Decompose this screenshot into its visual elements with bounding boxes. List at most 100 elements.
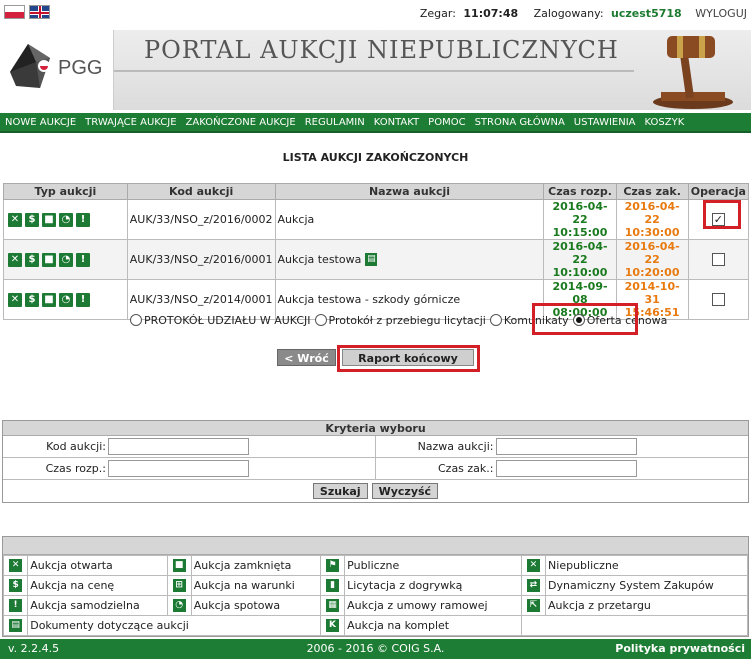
type-icons: ✕ $ ■ ◔!	[3, 279, 128, 320]
flag-icon: ⚑	[326, 559, 340, 573]
legend-row: $ Aukcja na cenę ⊞ Aukcja na warunki ▮ Licyta…	[2, 575, 748, 596]
lock-icon: ■	[42, 212, 56, 227]
radio-button[interactable]	[314, 314, 327, 326]
legend-icon-cell: ■	[166, 555, 192, 576]
nav-item[interactable]: NOWE AUKCJE	[5, 117, 76, 128]
legend-row: ! Aukcja samodzielna ◔ Aukcja spotowa ▦ Aukcj…	[2, 595, 748, 616]
select-checkbox[interactable]	[711, 293, 725, 307]
end-time-cell: 2016-04-22 10:30:00	[615, 199, 689, 240]
logged-label: Zalogowany:	[533, 7, 604, 20]
nav-item[interactable]: KONTAKT	[374, 117, 419, 128]
col-start: Czas rozp.	[543, 183, 617, 200]
privacy-link[interactable]: Polityka prywatności	[615, 639, 745, 659]
type-icons: ✕ $ ■ ◔!	[3, 239, 128, 280]
price-icon: $	[9, 579, 23, 593]
report-option-label: PROTOKÓŁ UDZIAŁU W AUKCJI	[144, 314, 311, 327]
legend-label: Aukcja z umowy ramowej	[344, 595, 522, 616]
nav-item[interactable]: STRONA GŁÓWNA	[475, 117, 565, 128]
nav-item[interactable]: TRWAJĄCE AUKCJE	[85, 117, 176, 128]
clear-button[interactable]: Wyczyść	[371, 483, 439, 499]
legend: ✕ Aukcja otwarta ■ Aukcja zamknięta ⚑ Publicz…	[2, 536, 749, 637]
nav-item[interactable]: ZAKOŃCZONE AUKCJE	[186, 117, 296, 128]
legend-row: ✕ Aukcja otwarta ■ Aukcja zamknięta ⚑ Publicz…	[2, 555, 748, 576]
end-time-input[interactable]	[495, 460, 637, 477]
legend-label: Licytacja z dogrywką	[344, 575, 522, 596]
shuffle-icon: ✕	[8, 212, 22, 227]
start-time-input[interactable]	[108, 460, 249, 477]
main-navigation: NOWE AUKCJE TRWAJĄCE AUKCJE ZAKOŃCZONE AUK…	[0, 113, 751, 133]
top-bar: Zegar: 11:07:48 Zalogowany: uczest5718 W…	[0, 0, 751, 26]
start-label: Czas rozp.:	[45, 462, 106, 475]
price-icon: $	[25, 252, 39, 267]
nav-item[interactable]: USTAWIENIA	[574, 117, 636, 128]
exclamation-icon: !	[76, 252, 90, 267]
legend-icon-cell: ✕	[520, 555, 547, 576]
nav-item[interactable]: KOSZYK	[645, 117, 685, 128]
report-option[interactable]: PROTOKÓŁ UDZIAŁU W AUKCJI	[130, 314, 311, 327]
auction-name[interactable]: Aukcja testowa	[278, 253, 362, 266]
select-checkbox[interactable]	[711, 253, 725, 267]
expand-icon: ⇱	[526, 599, 540, 613]
table-row: ✕ $ ■ ◔! AUK/33/NSO_z/2016/0001 Aukcja testow…	[3, 239, 750, 280]
criteria-cell: Kod aukcji:	[3, 436, 376, 457]
grid-icon: ▦	[326, 599, 340, 613]
type-icons: ✕ $ ■ ◔!	[3, 199, 128, 240]
exclamation-icon: !	[9, 599, 23, 613]
legend-icon-cell: ⊞	[166, 575, 192, 596]
auction-name[interactable]: Aukcja testowa - szkody górnicze	[278, 293, 461, 306]
back-button[interactable]: < Wróć	[277, 349, 336, 366]
legend-icon-cell: K	[319, 615, 346, 636]
criteria-row: Czas rozp.: Czas zak.:	[3, 458, 748, 480]
col-code: Kod aukcji	[126, 183, 276, 200]
nav-item[interactable]: POMOC	[428, 117, 465, 128]
polish-flag-icon[interactable]	[4, 5, 25, 19]
document-icon: ▤	[9, 619, 23, 633]
english-flag-icon[interactable]	[29, 5, 50, 19]
auction-code-input[interactable]	[108, 438, 249, 455]
table-row: ✕ $ ■ ◔! AUK/33/NSO_z/2016/0002 Aukcja 2016-04…	[3, 199, 750, 240]
legend-label: Aukcja samodzielna	[27, 595, 168, 616]
highlight-report-button	[337, 345, 480, 372]
start-date: 2016-04-22	[552, 240, 608, 266]
document-icon[interactable]: ▤	[365, 253, 378, 267]
legend-label: Aukcja na cenę	[27, 575, 168, 596]
report-option[interactable]: Protokół z przebiegu licytacji	[314, 314, 486, 327]
logout-link[interactable]: WYLOGUJ	[695, 7, 747, 20]
clock-value: 11:07:48	[463, 7, 519, 20]
radio-button[interactable]	[489, 314, 502, 326]
criteria-cell: Czas rozp.:	[3, 458, 376, 479]
legend-label: Publiczne	[344, 555, 522, 576]
start-time-cell: 2016-04-22 10:10:00	[543, 239, 617, 280]
auction-name-input[interactable]	[495, 438, 637, 455]
clock-icon: ◔	[172, 599, 186, 613]
footer: v. 2.2.4.5 2006 - 2016 © COIG S.A. Polit…	[0, 639, 751, 659]
auction-code: AUK/33/NSO_z/2016/0002	[126, 199, 276, 240]
criteria-cell: Czas zak.:	[376, 458, 749, 479]
legend-label: Dynamiczny System Zakupów	[545, 575, 748, 596]
criteria-row: Kod aukcji: Nazwa aukcji:	[3, 436, 748, 458]
pgg-logo-icon: PGG	[10, 44, 102, 88]
legend-icon-cell: ▦	[319, 595, 346, 616]
portal-title: PORTAL AUKCJI NIEPUBLICZNYCH	[144, 36, 619, 64]
session-info: Zegar: 11:07:48 Zalogowany: uczest5718 W…	[420, 7, 747, 20]
col-type: Typ aukcji	[3, 183, 128, 200]
legend-icon-cell: ◔	[166, 595, 192, 616]
legend-table: ✕ Aukcja otwarta ■ Aukcja zamknięta ⚑ Publicz…	[2, 555, 749, 636]
col-operation: Operacja	[687, 183, 750, 200]
clock-icon: ◔	[59, 292, 73, 307]
end-date: 2016-04-22	[624, 240, 680, 266]
col-name: Nazwa aukcji	[274, 183, 545, 200]
username: uczest5718	[611, 7, 682, 20]
search-button[interactable]: Szukaj	[312, 483, 368, 499]
legend-empty	[520, 615, 749, 636]
radio-button[interactable]	[130, 314, 142, 326]
highlight-oferta	[532, 303, 638, 335]
page-title: LISTA AUKCJI ZAKOŃCZONYCH	[282, 151, 469, 164]
auction-name[interactable]: Aukcja	[278, 213, 315, 226]
highlight-checkbox	[703, 200, 741, 229]
nav-item[interactable]: REGULAMIN	[305, 117, 365, 128]
end-time-cell: 2016-04-22 10:20:00	[615, 239, 689, 280]
end-label: Czas zak.:	[437, 462, 494, 475]
shuffle-icon: ✕	[8, 252, 22, 267]
cart-icon: ⊞	[172, 579, 186, 593]
